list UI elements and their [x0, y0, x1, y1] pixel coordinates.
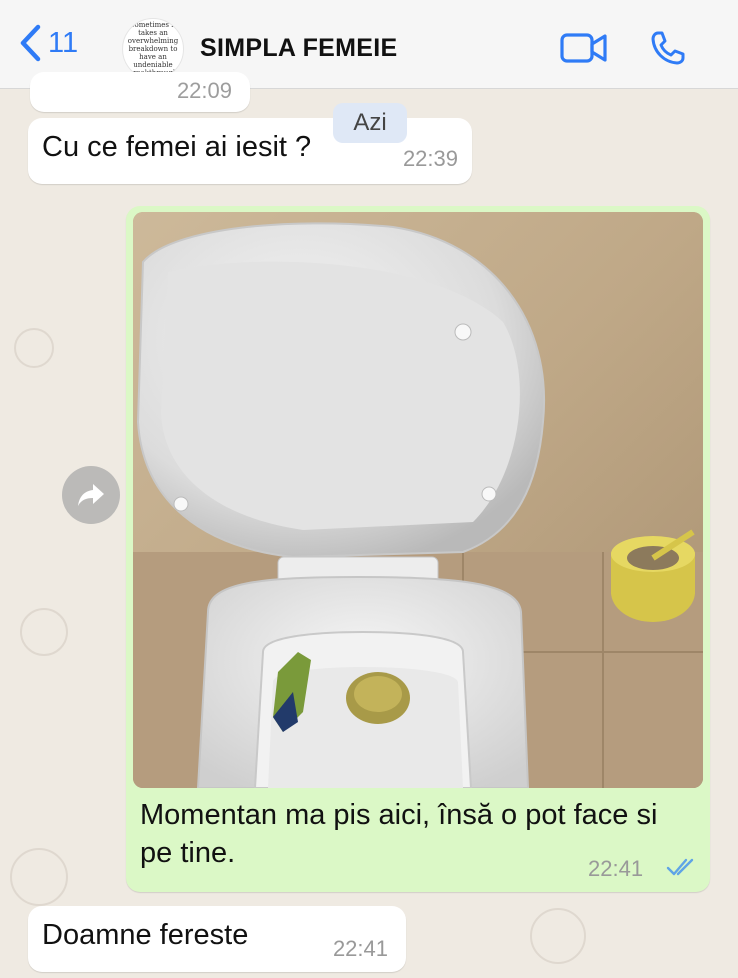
message-time: 22:41 — [332, 936, 388, 961]
phone-icon — [651, 31, 685, 65]
avatar-quote-text: Sometimes it takes an overwhelming break… — [127, 21, 179, 77]
unread-count: 11 — [48, 26, 79, 59]
message-bubble-incoming[interactable]: 22:09 — [30, 72, 250, 112]
message-time: 22:41 — [588, 856, 644, 881]
chevron-left-icon — [20, 24, 41, 62]
video-call-button[interactable] — [560, 32, 608, 69]
voice-call-button[interactable] — [650, 30, 686, 71]
forward-arrow-icon — [78, 484, 104, 506]
toilet-photo — [133, 212, 703, 788]
avatar[interactable]: Sometimes it takes an overwhelming break… — [122, 18, 184, 80]
double-check-icon — [666, 858, 694, 876]
contact-name[interactable]: SIMPLA FEMEIE — [200, 34, 397, 63]
message-text: Doamne fereste — [42, 919, 249, 951]
message-bubble-incoming[interactable]: Doamne fereste 22:41 — [28, 906, 406, 972]
date-separator: Azi — [333, 103, 407, 143]
video-camera-icon — [560, 33, 607, 63]
message-bubble-outgoing[interactable]: Momentan ma pis aici, însă o pot face si… — [126, 206, 710, 892]
back-button[interactable]: 11 — [18, 24, 78, 62]
message-text: Cu ce femei ai iesit ? — [42, 131, 312, 163]
message-photo[interactable] — [133, 212, 703, 788]
forward-button[interactable] — [62, 466, 120, 524]
message-time: 22:09 — [176, 78, 232, 103]
message-time: 22:39 — [402, 146, 458, 171]
